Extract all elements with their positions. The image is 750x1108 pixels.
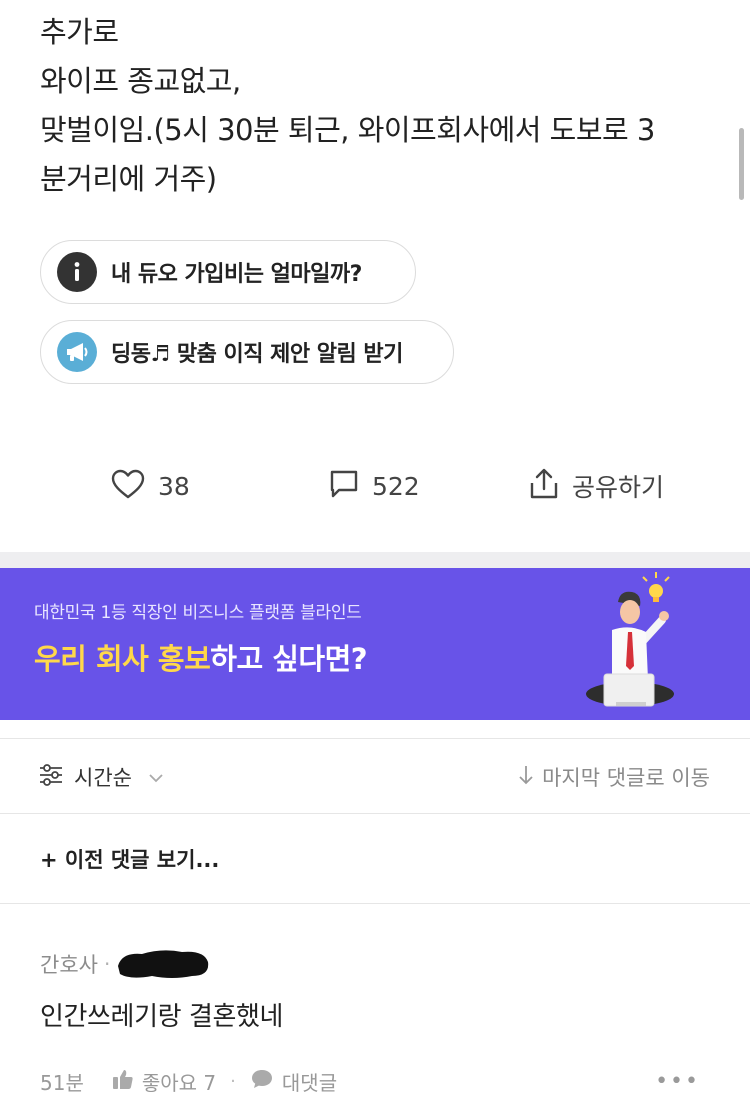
footer-separator: · [230, 1070, 236, 1092]
share-icon [528, 467, 560, 505]
comment-icon [328, 468, 360, 504]
comment-count: 522 [372, 471, 420, 501]
post-line: 와이프 종교없고, [40, 64, 241, 98]
comment-footer: 51분 좋아요 7 · 대댓글 ••• [40, 1064, 700, 1098]
banner-subtitle: 대한민국 1등 직장인 비즈니스 플랫폼 블라인드 [34, 603, 362, 623]
arrow-down-icon [518, 764, 534, 790]
jump-to-last-comment[interactable]: 마지막 댓글로 이동 [518, 739, 710, 815]
meta-separator: · [103, 952, 111, 976]
comment-text: 인간쓰레기랑 결혼했네 [40, 1002, 284, 1032]
commenter-company: 간호사 [40, 953, 98, 977]
comment-reply-button[interactable]: 대댓글 [250, 1067, 337, 1096]
share-button[interactable]: 공유하기 [528, 456, 664, 516]
comment-like-label: 좋아요 7 [141, 1070, 217, 1095]
businessman-illustration [586, 572, 674, 707]
comment-more-button[interactable]: ••• [655, 1064, 700, 1098]
section-divider [0, 552, 750, 568]
thumbs-up-icon [112, 1068, 134, 1094]
banner-title-rest: 하고 싶다면? [210, 642, 368, 676]
banner-title: 우리 회사 홍보하고 싶다면? [34, 636, 368, 678]
redacted-username-scribble [118, 950, 209, 978]
megaphone-icon [57, 332, 97, 372]
like-button[interactable]: 38 [110, 456, 190, 516]
comment-reply-label: 대댓글 [281, 1070, 338, 1095]
sort-dropdown[interactable]: 시간순 [38, 739, 164, 815]
promo-banner[interactable]: 대한민국 1등 직장인 비즈니스 플랫폼 블라인드 우리 회사 홍보하고 싶다면… [0, 568, 750, 720]
post-line: 맞벌이임.(5시 30분 퇴근, 와이프회사에서 도보로 3 [40, 113, 655, 147]
duo-fee-chip[interactable]: 내 듀오 가입비는 얼마일까? [40, 240, 416, 304]
comment-button[interactable]: 522 [328, 456, 420, 516]
sort-label: 시간순 [74, 766, 132, 790]
chip-label: 내 듀오 가입비는 얼마일까? [111, 262, 362, 287]
chip-label: 딩동♬ 맞춤 이직 제안 알림 받기 [111, 342, 403, 367]
comment-meta: 간호사 · [40, 944, 212, 984]
like-count: 38 [158, 471, 190, 501]
comment-sort-bar: 시간순 마지막 댓글로 이동 [0, 738, 750, 814]
previous-comments-label: + 이전 댓글 보기... [40, 847, 220, 872]
job-offer-alert-chip[interactable]: 딩동♬ 맞춤 이직 제안 알림 받기 [40, 320, 454, 384]
comment-time: 51분 [40, 1070, 84, 1095]
post-body: 추가로 와이프 종교없고, 맞벌이임.(5시 30분 퇴근, 와이프회사에서 도… [40, 8, 720, 204]
info-icon [57, 252, 97, 292]
speech-bubble-icon [250, 1068, 274, 1094]
heart-icon [110, 468, 146, 504]
comment-item: 간호사 · 인간쓰레기랑 결혼했네 51분 좋아요 7 · 대댓글 ••• [0, 904, 750, 1108]
comment-like-button[interactable]: 좋아요 7 [112, 1067, 216, 1096]
post-actions: 38 522 공유하기 [0, 456, 750, 516]
jump-label: 마지막 댓글로 이동 [542, 766, 710, 790]
scrollbar[interactable] [739, 128, 744, 200]
share-label: 공유하기 [572, 473, 665, 502]
chevron-down-icon [148, 768, 164, 787]
banner-title-highlight: 우리 회사 홍보 [34, 642, 211, 676]
filter-sliders-icon [38, 763, 64, 791]
post-line: 추가로 [40, 15, 119, 49]
post-line: 분거리에 거주) [40, 162, 217, 196]
load-previous-comments[interactable]: + 이전 댓글 보기... [0, 814, 750, 904]
